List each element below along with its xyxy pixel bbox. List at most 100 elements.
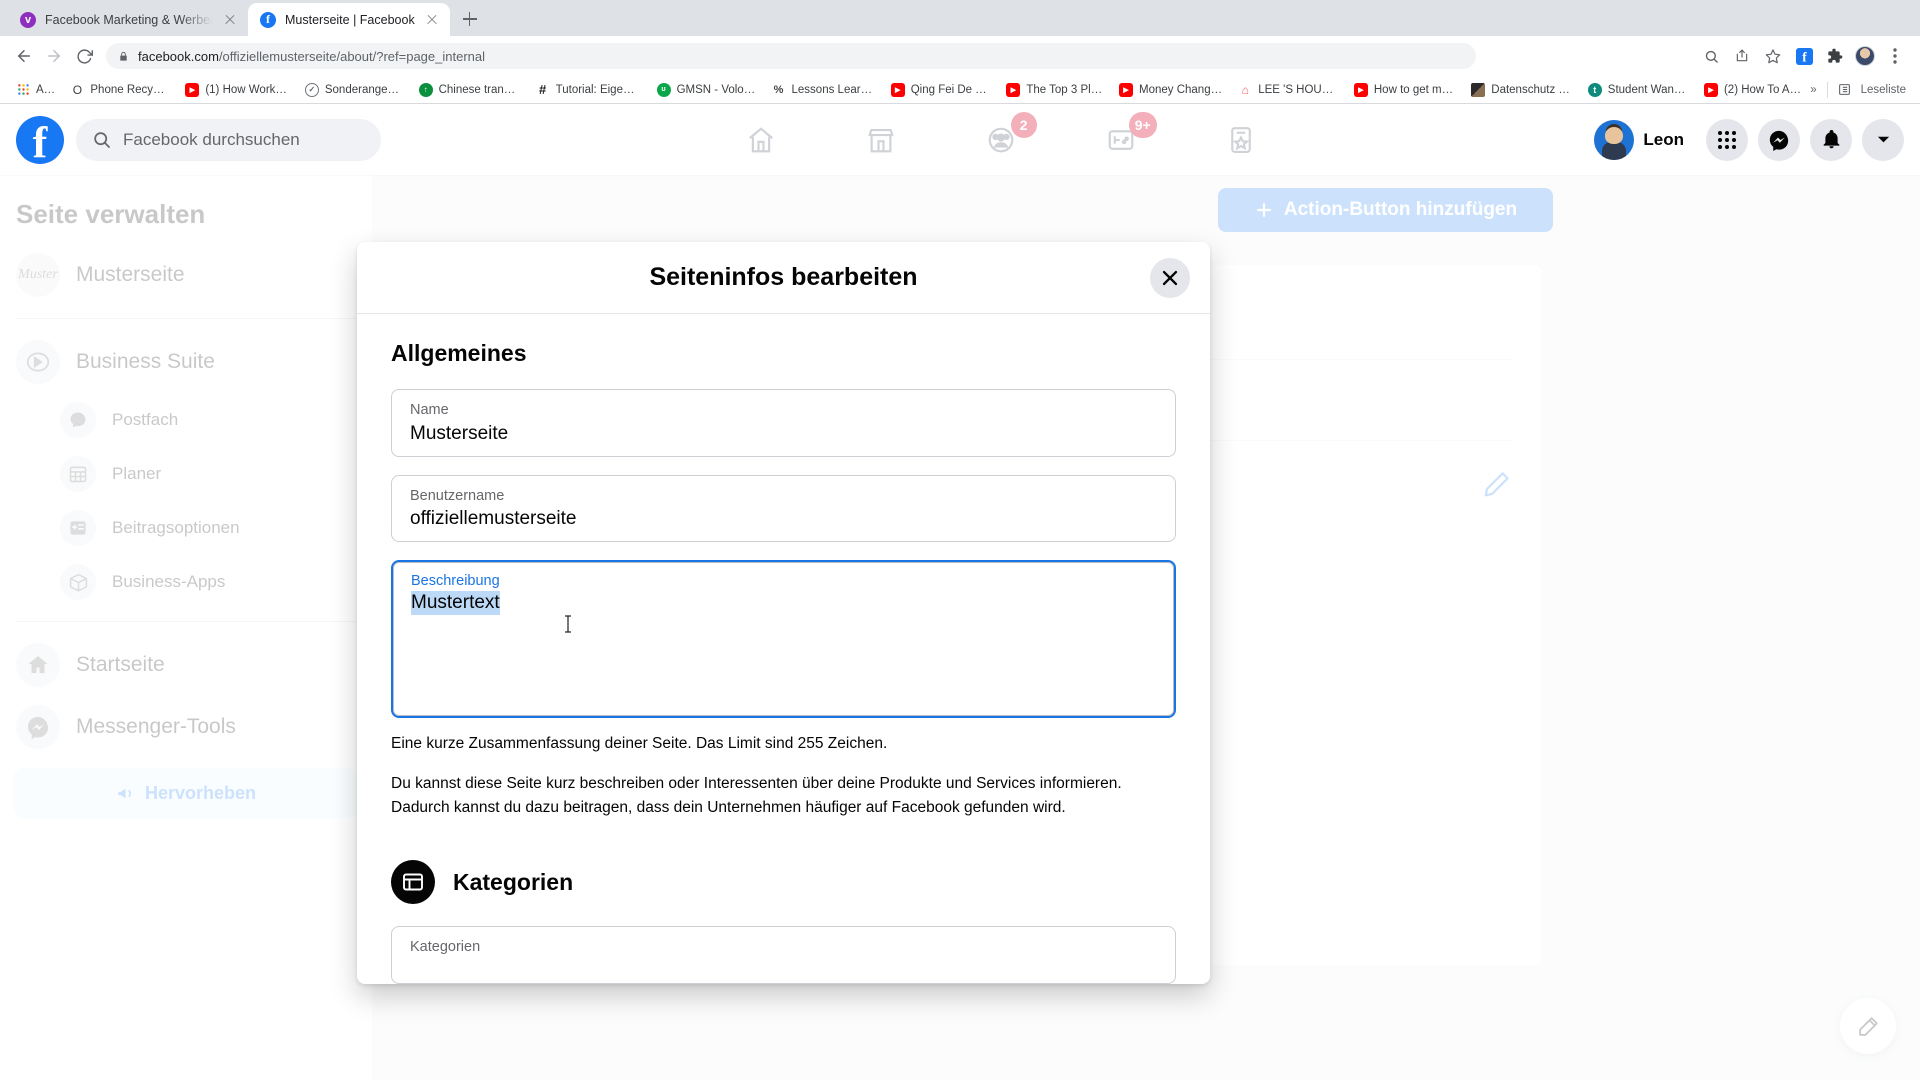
- post-options-icon: [60, 510, 96, 546]
- bookmark-item[interactable]: ▶ How to get more v...: [1346, 78, 1463, 102]
- sidebar-item-business-apps[interactable]: Business-Apps: [44, 555, 372, 609]
- hash-icon: #: [539, 82, 547, 97]
- bookmark-label: Student Wants an...: [1607, 83, 1688, 96]
- browser-toolbar: facebook.com/offiziellemusterseite/about…: [0, 36, 1920, 76]
- bookmark-item[interactable]: t Student Wants an...: [1580, 78, 1696, 102]
- bookmark-label: LEE 'S HOUSE—...: [1258, 83, 1338, 96]
- bookmark-item[interactable]: ▶ (1) How Working a...: [177, 78, 297, 102]
- sidebar-label: Startseite: [76, 653, 165, 676]
- menu-grid-icon[interactable]: [1706, 118, 1748, 161]
- facebook-main-nav: 2 9+: [411, 111, 1590, 166]
- youtube-icon: ▶: [1703, 82, 1718, 97]
- field-label: Benutzername: [410, 487, 505, 504]
- promote-button[interactable]: Hervorheben: [14, 768, 358, 818]
- browser-tab-1[interactable]: v Facebook Marketing & Werbea: [8, 3, 248, 36]
- sidebar-item-page[interactable]: Muster Musterseite: [0, 244, 372, 306]
- marketplace-nav[interactable]: [851, 114, 911, 166]
- bookmark-label: Lessons Learned f...: [791, 83, 875, 96]
- new-tab-button[interactable]: [456, 5, 484, 33]
- facebook-page: f Facebook durchsuchen 2 9+ Leon Seite v…: [0, 104, 1920, 1080]
- categories-icon: [391, 860, 435, 905]
- avatar: [1594, 119, 1635, 160]
- bookmark-item[interactable]: ✓ Sonderangebot! |...: [297, 78, 411, 102]
- field-label: Kategorien: [410, 939, 481, 956]
- edit-page-info-modal: Seiteninfos bearbeiten Allgemeines Name …: [357, 242, 1210, 984]
- sidebar-label: Messenger-Tools: [76, 715, 236, 738]
- back-icon[interactable]: [10, 42, 38, 70]
- bookmark-label: Tutorial: Eigene Fa...: [555, 83, 641, 96]
- viadeo-purple-icon: v: [20, 11, 36, 28]
- bookmark-label: Chinese translatio...: [438, 83, 520, 96]
- search-input[interactable]: Facebook durchsuchen: [76, 118, 381, 161]
- categories-field[interactable]: Kategorien: [391, 926, 1176, 984]
- description-field[interactable]: Beschreibung Mustertext: [391, 560, 1176, 719]
- pages-nav[interactable]: [1211, 114, 1271, 166]
- sidebar-label: Postfach: [112, 410, 179, 429]
- account-chevron-icon[interactable]: [1862, 118, 1904, 161]
- plus-icon: [1254, 200, 1274, 220]
- chat-bubble-icon: [60, 402, 96, 438]
- bookmark-label: Money Changes E...: [1139, 83, 1223, 96]
- browser-tab-2[interactable]: f Musterseite | Facebook: [248, 3, 450, 36]
- chrome-menu-icon[interactable]: [1884, 45, 1906, 67]
- account-button[interactable]: Leon: [1590, 116, 1696, 164]
- facebook-extension-icon[interactable]: f: [1793, 45, 1815, 67]
- extensions-puzzle-icon[interactable]: [1824, 45, 1846, 67]
- field-value: Musterseite: [410, 422, 509, 444]
- bookmark-item[interactable]: % Lessons Learned f...: [764, 78, 883, 102]
- messenger-icon[interactable]: [1758, 118, 1800, 161]
- bookmark-item[interactable]: Apps: [8, 78, 62, 102]
- bookmark-item[interactable]: ↑ Chinese translatio...: [411, 78, 528, 102]
- groups-nav[interactable]: 2: [971, 111, 1037, 166]
- youtube-icon: ▶: [1353, 82, 1368, 97]
- notifications-bell-icon[interactable]: [1810, 118, 1852, 161]
- bookmark-item[interactable]: ʊ GMSN - Vologda,...: [649, 78, 764, 102]
- bookmark-item[interactable]: ▶ (2) How To Add A...: [1696, 78, 1810, 102]
- promote-label: Hervorheben: [144, 782, 257, 803]
- bookmark-star-icon[interactable]: [1762, 45, 1784, 67]
- pencil-icon[interactable]: [1482, 469, 1512, 499]
- reload-icon[interactable]: [70, 42, 98, 70]
- box-icon: [60, 564, 96, 600]
- bookmark-item[interactable]: ▶ Money Changes E...: [1111, 78, 1230, 102]
- close-icon[interactable]: [222, 12, 238, 28]
- home-nav[interactable]: [731, 114, 791, 166]
- bookmark-item[interactable]: # Tutorial: Eigene Fa...: [528, 78, 649, 102]
- youtube-icon: ▶: [1119, 82, 1133, 97]
- bookmark-item[interactable]: ▶ Qing Fei De Yi - Y...: [883, 78, 999, 102]
- zoom-icon[interactable]: [1700, 45, 1722, 67]
- profile-avatar-icon[interactable]: [1855, 46, 1875, 66]
- facebook-logo-icon[interactable]: f: [16, 115, 64, 164]
- bookmarks-overflow-chevron[interactable]: »: [1810, 84, 1816, 96]
- text-cursor-icon: [563, 614, 571, 633]
- bookmark-item[interactable]: ⌂ LEE 'S HOUSE—...: [1230, 78, 1346, 102]
- left-sidebar: Seite verwalten Muster Musterseite Busin…: [0, 175, 372, 1080]
- username-field[interactable]: Benutzername offiziellemusterseite: [391, 474, 1176, 543]
- address-bar[interactable]: facebook.com/offiziellemusterseite/about…: [106, 43, 1476, 69]
- reading-list-icon[interactable]: [1838, 83, 1851, 96]
- name-field[interactable]: Name Musterseite: [391, 389, 1176, 457]
- megaphone-icon: [116, 784, 135, 803]
- bookmark-item[interactable]: ▶ The Top 3 Platfor...: [998, 78, 1111, 102]
- compose-icon[interactable]: [1840, 998, 1896, 1054]
- sidebar-item-business-suite[interactable]: Business Suite: [0, 331, 372, 393]
- bookmark-label: (2) How To Add A...: [1723, 83, 1803, 96]
- sidebar-item-postfach[interactable]: Postfach: [44, 393, 372, 447]
- share-icon[interactable]: [1731, 45, 1753, 67]
- photo-icon: [1471, 82, 1486, 97]
- categories-header: Kategorien: [391, 860, 1176, 905]
- bookmark-label: Sonderangebot! |...: [324, 83, 403, 96]
- gaming-nav[interactable]: 9+: [1091, 111, 1157, 166]
- sidebar-item-planer[interactable]: Planer: [44, 447, 372, 501]
- sidebar-item-beitragsoptionen[interactable]: Beitragsoptionen: [44, 501, 372, 555]
- bookmark-label: The Top 3 Platfor...: [1026, 83, 1103, 96]
- bookmark-item[interactable]: Datenschutz – Re...: [1463, 78, 1580, 102]
- bookmark-item[interactable]: O Phone Recycling,...: [62, 78, 177, 102]
- add-action-button[interactable]: Action-Button hinzufügen: [1218, 188, 1553, 232]
- categories-title: Kategorien: [453, 868, 574, 895]
- close-icon[interactable]: [424, 12, 440, 28]
- close-icon[interactable]: [1150, 258, 1190, 298]
- reading-list-label[interactable]: Leseliste: [1861, 84, 1906, 96]
- sidebar-item-startseite[interactable]: Startseite: [0, 634, 372, 696]
- sidebar-item-messenger-tools[interactable]: Messenger-Tools: [0, 696, 372, 758]
